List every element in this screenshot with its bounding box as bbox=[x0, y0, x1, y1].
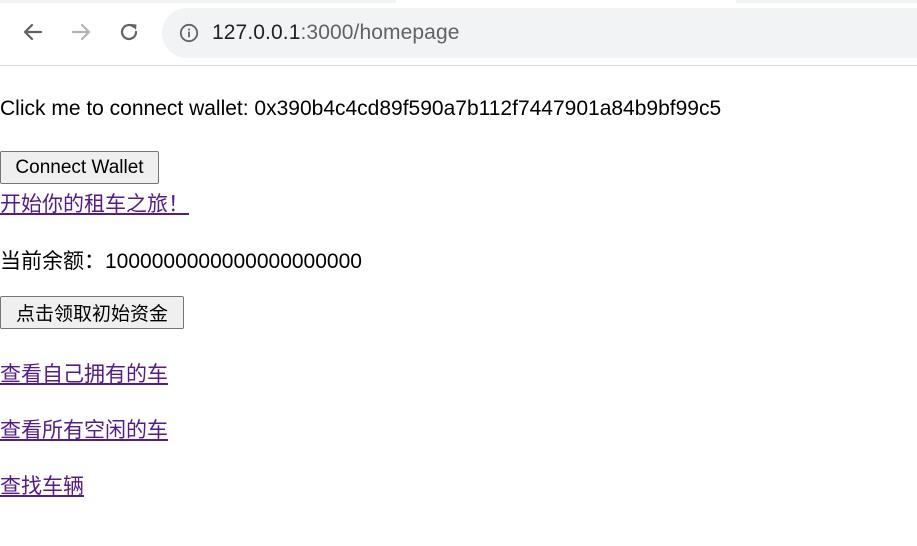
search-cars-link[interactable]: 查找车辆 bbox=[0, 470, 84, 500]
own-cars-link[interactable]: 查看自己拥有的车 bbox=[0, 358, 168, 388]
browser-toolbar: 127.0.0.1:3000/homepage bbox=[0, 0, 917, 66]
tab-strip-edge-right bbox=[736, 0, 917, 3]
reload-button[interactable] bbox=[111, 14, 147, 50]
connect-wallet-button[interactable]: Connect Wallet bbox=[0, 151, 159, 184]
claim-funds-button[interactable]: 点击领取初始资金 bbox=[0, 296, 184, 329]
start-rental-link[interactable]: 开始你的租车之旅！ bbox=[0, 188, 189, 218]
url-host: 127.0.0.1 bbox=[212, 21, 301, 44]
balance-text: 当前余额：1000000000000000000000 bbox=[0, 250, 362, 273]
url-path: :3000/homepage bbox=[300, 21, 460, 44]
back-button[interactable] bbox=[15, 14, 51, 50]
page-content: Click me to connect wallet: 0x390b4c4cd8… bbox=[0, 66, 917, 546]
address-bar[interactable]: 127.0.0.1:3000/homepage bbox=[162, 8, 917, 58]
idle-cars-link[interactable]: 查看所有空闲的车 bbox=[0, 414, 168, 444]
wallet-address-text: Click me to connect wallet: 0x390b4c4cd8… bbox=[0, 97, 722, 120]
tab-strip-edge bbox=[0, 0, 396, 3]
back-arrow-icon bbox=[22, 21, 44, 43]
reload-icon bbox=[118, 21, 140, 43]
forward-arrow-icon bbox=[70, 21, 92, 43]
info-icon[interactable] bbox=[178, 22, 200, 44]
url-text: 127.0.0.1:3000/homepage bbox=[212, 21, 460, 45]
forward-button[interactable] bbox=[63, 14, 99, 50]
